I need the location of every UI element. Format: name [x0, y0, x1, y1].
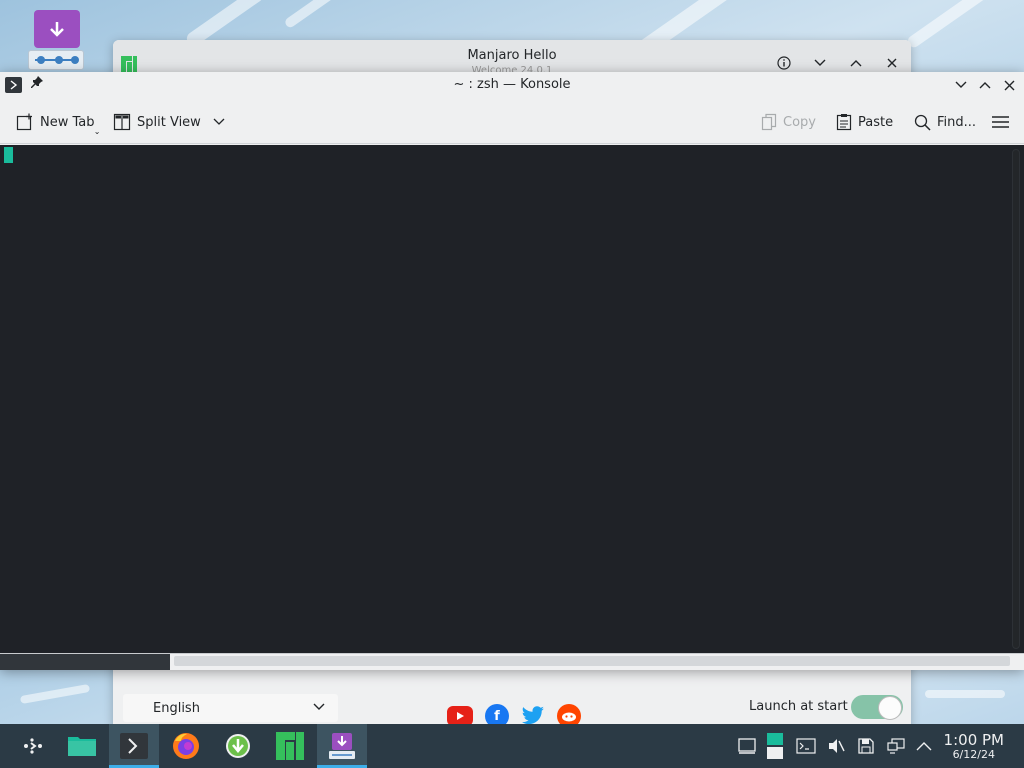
wallpaper-streak	[283, 0, 347, 30]
terminal-tray-icon[interactable]	[796, 736, 816, 756]
youtube-icon[interactable]	[447, 706, 473, 726]
wallpaper-streak	[925, 690, 1005, 698]
new-tab-button[interactable]: New Tab ⌄	[16, 110, 101, 136]
copy-icon	[761, 113, 777, 131]
new-tab-icon	[16, 113, 34, 131]
split-view-icon	[113, 113, 131, 131]
hello-footer: English f Launch at start	[113, 680, 911, 730]
desktop-installer-shortcut[interactable]	[28, 10, 86, 70]
terminal-cursor	[4, 147, 13, 163]
copy-label: Copy	[783, 114, 816, 130]
minimize-icon[interactable]	[809, 54, 831, 72]
konsole-icon[interactable]	[109, 724, 159, 768]
hamburger-menu-button[interactable]	[992, 110, 1009, 134]
paste-icon	[836, 113, 852, 131]
vertical-scrollbar[interactable]	[1012, 149, 1020, 649]
paste-button[interactable]: Paste	[836, 110, 893, 134]
installer-icon[interactable]	[317, 724, 367, 768]
maximize-icon[interactable]	[976, 75, 994, 95]
konsole-window[interactable]: ~ : zsh — Konsole New Tab ⌄ Split View C…	[0, 72, 1024, 670]
file-manager-icon[interactable]	[57, 724, 107, 768]
window-title: ~ : zsh — Konsole	[453, 77, 571, 92]
expand-tray-icon[interactable]	[914, 736, 934, 756]
split-view-label: Split View	[137, 114, 201, 130]
show-desktop-icon[interactable]	[737, 736, 757, 756]
minimize-icon[interactable]	[952, 75, 970, 95]
horizontal-scroll-area	[0, 653, 1024, 670]
clock-time: 1:00 PM	[943, 731, 1004, 749]
find-label: Find...	[937, 114, 977, 130]
language-select[interactable]: English	[123, 694, 338, 722]
paste-label: Paste	[858, 114, 894, 130]
chevron-down-icon	[312, 700, 326, 718]
wallpaper-streak	[905, 0, 995, 50]
software-update-icon[interactable]	[213, 724, 263, 768]
storage-icon[interactable]	[856, 736, 876, 756]
dropdown-indicator-icon: ⌄	[93, 127, 101, 136]
new-tab-label: New Tab	[40, 114, 95, 130]
copy-button[interactable]: Copy	[761, 110, 816, 134]
application-launcher-icon[interactable]	[8, 724, 58, 768]
wallpaper-streak	[19, 683, 91, 705]
clipboard-icon[interactable]	[765, 732, 785, 760]
find-button[interactable]: Find...	[914, 110, 976, 134]
konsole-toolbar: New Tab ⌄ Split View Copy Paste Find...	[0, 98, 1024, 165]
taskbar: 1:00 PM 6/12/24	[0, 724, 1024, 768]
maximize-icon[interactable]	[845, 54, 867, 72]
language-value: English	[153, 700, 200, 716]
digital-clock[interactable]: 1:00 PM 6/12/24	[944, 732, 1004, 761]
search-icon	[914, 114, 931, 131]
konsole-titlebar[interactable]: ~ : zsh — Konsole	[0, 72, 1024, 98]
launch-at-start-label: Launch at start	[749, 699, 848, 714]
terminal-area[interactable]	[0, 145, 1024, 653]
close-icon[interactable]	[1000, 75, 1018, 95]
manjaro-hello-icon[interactable]	[265, 724, 315, 768]
firefox-icon[interactable]	[161, 724, 211, 768]
tab-bar-dark-area	[0, 654, 170, 670]
chevron-down-icon[interactable]	[213, 118, 225, 126]
network-icon[interactable]	[886, 736, 906, 756]
launch-at-start-toggle[interactable]	[851, 695, 903, 720]
clock-date: 6/12/24	[952, 748, 995, 761]
horizontal-scrollbar[interactable]	[174, 656, 1010, 666]
download-installer-icon	[34, 10, 80, 48]
close-icon[interactable]	[881, 54, 903, 72]
volume-muted-icon[interactable]	[826, 736, 846, 756]
hamburger-menu-icon	[992, 115, 1009, 129]
split-view-button[interactable]: Split View	[113, 110, 225, 134]
info-icon[interactable]	[773, 54, 795, 72]
